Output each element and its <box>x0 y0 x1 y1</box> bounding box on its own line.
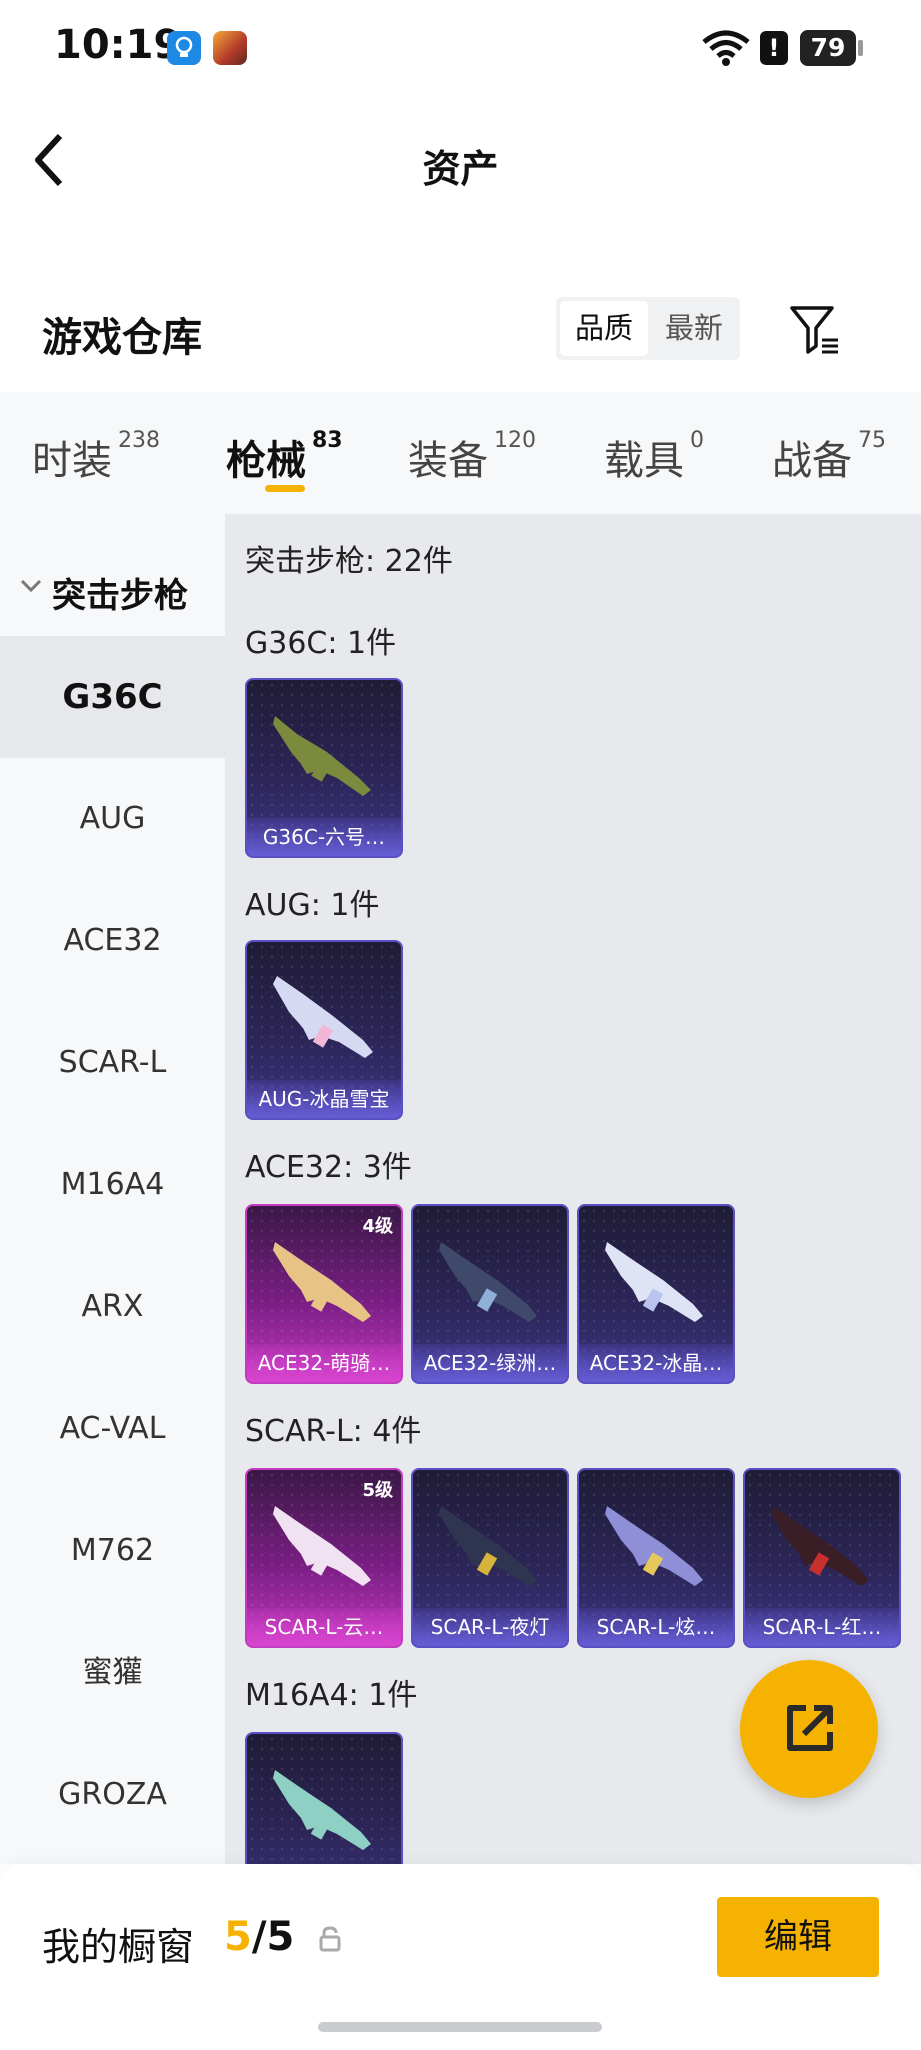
sort-toggle: 品质 最新 <box>556 297 740 360</box>
tab-count: 0 <box>690 428 704 453</box>
active-tab-indicator <box>265 485 305 492</box>
showcase-separator: / <box>251 1914 267 1960</box>
home-indicator[interactable] <box>318 2022 602 2032</box>
tab-label: 装备 <box>408 438 488 484</box>
sidebar-item-ace32[interactable]: ACE32 <box>0 880 225 1002</box>
showcase-max: 5 <box>266 1914 295 1960</box>
sidebar-item-m762[interactable]: M762 <box>0 1490 225 1612</box>
sidebar-item-scar-l[interactable]: SCAR-L <box>0 1002 225 1124</box>
sidebar-item-g36c[interactable]: G36C <box>0 636 225 758</box>
category-summary: 突击步枪: 22件 <box>245 544 453 579</box>
skin-card[interactable]: SCAR-L-炫… <box>577 1468 735 1648</box>
section-title: ACE32: 3件 <box>245 1150 412 1185</box>
section-title: M16A4: 1件 <box>245 1678 418 1713</box>
sidebar-item-aug[interactable]: AUG <box>0 758 225 880</box>
game-app-icon <box>213 31 247 65</box>
rifle-icon <box>439 1242 537 1322</box>
sidebar-item-m16a4[interactable]: M16A4 <box>0 1124 225 1246</box>
showcase-label: 我的橱窗 <box>42 1925 195 1969</box>
sort-option-newest[interactable]: 最新 <box>650 301 738 356</box>
rifle-icon <box>771 1506 869 1586</box>
showcase-count: 5/5 <box>224 1914 294 1960</box>
sidebar-item-arx[interactable]: ARX <box>0 1246 225 1368</box>
wifi-icon <box>702 30 750 66</box>
battery-level: 79 <box>810 33 846 62</box>
skin-card[interactable]: ACE32-绿洲… <box>411 1204 569 1384</box>
skin-card[interactable]: AUG-冰晶雪宝 <box>245 940 403 1120</box>
skin-card[interactable]: 5级 SCAR-L-云… <box>245 1468 403 1648</box>
tab-label: 载具 <box>604 438 684 484</box>
card-name: SCAR-L-夜灯 <box>413 1608 567 1646</box>
skin-card[interactable]: SCAR-L-夜灯 <box>411 1468 569 1648</box>
battery-cap <box>858 40 863 56</box>
filter-button[interactable] <box>786 302 842 358</box>
filter-icon <box>790 306 838 354</box>
warehouse-title: 游戏仓库 <box>42 315 202 361</box>
lightbulb-app-icon <box>167 31 201 65</box>
status-time: 10:19 <box>54 22 182 68</box>
rifle-icon <box>605 1242 703 1322</box>
tab-supplies[interactable]: 战备 75 <box>772 428 886 486</box>
skin-card[interactable] <box>245 1732 403 1864</box>
sidebar-item-ac-val[interactable]: AC-VAL <box>0 1368 225 1490</box>
category-tabs: 时装 238 枪械 83 装备 120 载具 0 战备 75 <box>0 392 921 514</box>
rifle-icon <box>273 1506 371 1586</box>
rifle-icon <box>605 1506 703 1586</box>
page-title: 资产 <box>422 147 499 191</box>
tab-fashion[interactable]: 时装 238 <box>32 428 160 486</box>
tab-label: 枪械 <box>226 438 306 484</box>
tab-count: 75 <box>858 428 886 453</box>
card-name: ACE32-冰晶… <box>579 1344 733 1382</box>
section-title: AUG: 1件 <box>245 888 380 923</box>
card-level: 5级 <box>362 1480 393 1501</box>
showcase-current: 5 <box>224 1914 252 1960</box>
tab-vehicles[interactable]: 载具 0 <box>604 428 704 486</box>
skin-card[interactable]: G36C-六号… <box>245 678 403 858</box>
share-button[interactable] <box>740 1660 878 1798</box>
edit-button[interactable]: 编辑 <box>717 1897 879 1977</box>
tab-count: 238 <box>118 428 160 453</box>
card-name: AUG-冰晶雪宝 <box>247 1080 401 1118</box>
share-external-icon <box>787 1705 833 1751</box>
card-name: G36C-六号… <box>247 818 401 856</box>
card-name: SCAR-L-红… <box>745 1608 899 1646</box>
tab-equipment[interactable]: 装备 120 <box>408 428 536 486</box>
battery-icon: 79 <box>800 30 856 66</box>
skin-card[interactable]: SCAR-L-红… <box>743 1468 901 1648</box>
sidebar-group-label: 突击步枪 <box>52 576 188 616</box>
section-title: G36C: 1件 <box>245 626 397 661</box>
alert-icon: ! <box>760 31 788 65</box>
weapon-sidebar: 突击步枪 G36C AUG ACE32 SCAR-L M16A4 ARX AC-… <box>0 514 225 1864</box>
sidebar-group-assault-rifles[interactable]: 突击步枪 <box>0 554 225 624</box>
tab-count: 120 <box>494 428 536 453</box>
rifle-icon <box>273 1770 371 1850</box>
sort-option-quality[interactable]: 品质 <box>560 301 648 356</box>
tab-firearms[interactable]: 枪械 83 <box>226 428 343 486</box>
sidebar-item-honey-badger[interactable]: 蜜獾 <box>0 1612 225 1734</box>
rifle-icon <box>273 976 373 1058</box>
tab-label: 时装 <box>32 438 112 484</box>
tab-label: 战备 <box>772 438 852 484</box>
rifle-icon <box>273 1242 371 1322</box>
card-name: ACE32-绿洲… <box>413 1344 567 1382</box>
rifle-icon <box>439 1506 537 1586</box>
skin-card[interactable]: 4级 ACE32-萌骑… <box>245 1204 403 1384</box>
section-title: SCAR-L: 4件 <box>245 1414 422 1449</box>
status-bar: 10:19 ! 79 <box>0 0 921 95</box>
card-name: SCAR-L-云… <box>247 1608 401 1646</box>
tab-count: 83 <box>312 428 343 453</box>
lock-icon <box>319 1926 341 1952</box>
card-name: SCAR-L-炫… <box>579 1608 733 1646</box>
skin-card[interactable]: ACE32-冰晶… <box>577 1204 735 1384</box>
sidebar-item-groza[interactable]: GROZA <box>0 1734 225 1856</box>
chevron-down-icon <box>20 579 42 593</box>
card-level: 4级 <box>362 1216 393 1237</box>
rifle-icon <box>273 716 371 796</box>
card-name: ACE32-萌骑… <box>247 1344 401 1382</box>
